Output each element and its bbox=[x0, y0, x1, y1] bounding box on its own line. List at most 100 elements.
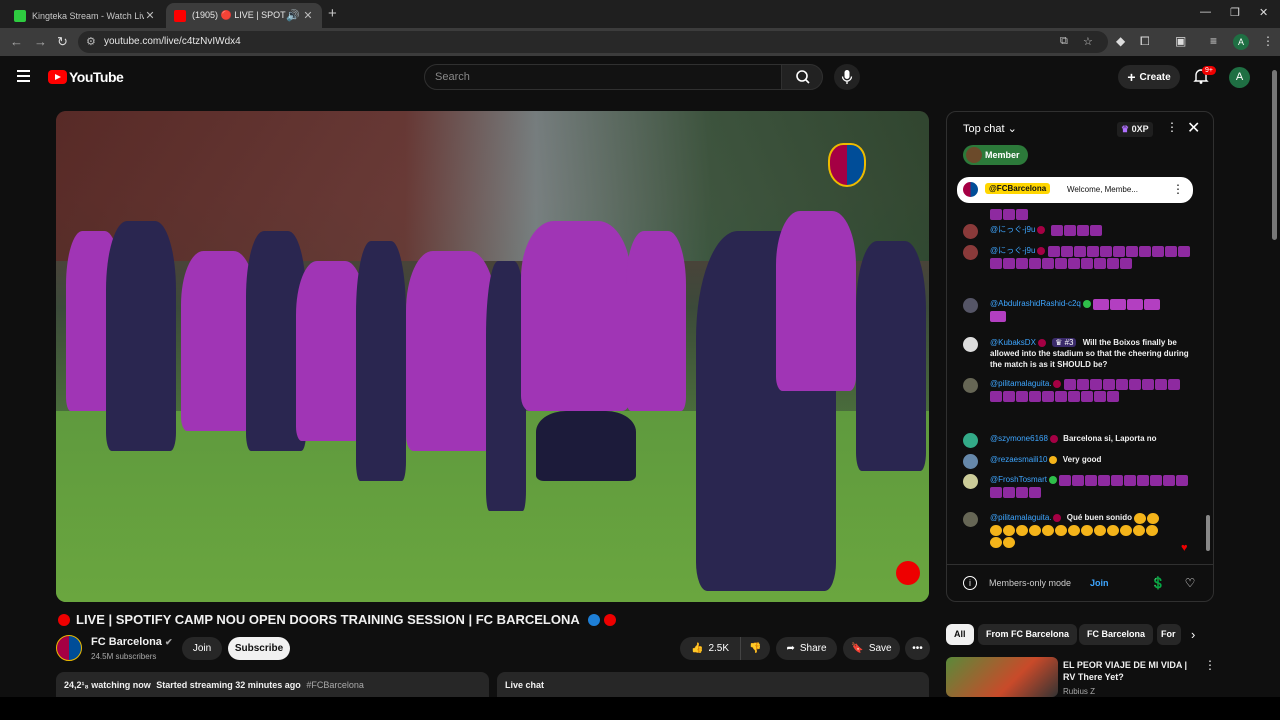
channel-name[interactable]: FC Barcelona ✔ bbox=[91, 636, 173, 648]
chat-message: @rezaesmaili10 Very good bbox=[963, 454, 1191, 469]
window-close-icon[interactable]: ✕ bbox=[1259, 6, 1268, 19]
browser-address-bar: ← → ↻ ⚙ youtube.com/live/c4tzNvIWdx4 ⧉ ☆… bbox=[0, 28, 1280, 56]
browser-menu-icon[interactable]: ⋮ bbox=[1262, 34, 1274, 48]
pinned-menu-icon[interactable]: ⋮ bbox=[1172, 182, 1184, 196]
member-badge-pill[interactable]: Member bbox=[963, 145, 1028, 165]
chat-author[interactable]: @pilitamalaguita. bbox=[990, 513, 1051, 522]
minimize-icon[interactable]: — bbox=[1200, 6, 1211, 18]
red-circle-icon bbox=[603, 613, 616, 626]
search-button[interactable] bbox=[781, 64, 823, 90]
browser-profile-avatar[interactable]: A bbox=[1233, 34, 1249, 50]
save-button[interactable]: 🔖 Save bbox=[843, 637, 900, 660]
bookmark-star-icon[interactable]: ☆ bbox=[1083, 35, 1093, 48]
heart-icon[interactable]: ♡ bbox=[1180, 574, 1200, 594]
site-info-icon[interactable]: ⚙ bbox=[86, 35, 96, 48]
chat-avatar bbox=[963, 245, 978, 260]
chat-avatar bbox=[963, 298, 978, 313]
chip-for[interactable]: For bbox=[1157, 624, 1181, 645]
new-tab-icon[interactable]: + bbox=[328, 5, 337, 22]
chevron-down-icon: ⌄ bbox=[1007, 123, 1017, 135]
chat-avatar bbox=[963, 378, 978, 393]
info-icon[interactable]: i bbox=[963, 576, 977, 590]
youtube-header: YouTube Search + Create 9+ A bbox=[0, 56, 1280, 98]
chat-message: @pilitamalaguita. bbox=[963, 378, 1191, 402]
chevron-right-icon[interactable]: › bbox=[1191, 627, 1195, 642]
browser-tab-bar: Kingteka Stream - Watch Live o ✕ (1905) … bbox=[0, 0, 1280, 28]
chat-author[interactable]: @FroshTosmart bbox=[990, 475, 1047, 484]
share-arrow-icon: ➦ bbox=[786, 643, 795, 654]
chat-mode-dropdown[interactable]: Top chat ⌄ bbox=[963, 122, 1017, 135]
pinned-text: Welcome, Membe... bbox=[1067, 185, 1138, 194]
chat-author[interactable]: @にっぐ-j9u bbox=[990, 246, 1035, 255]
extension-icon[interactable]: ◆ bbox=[1116, 34, 1125, 48]
verified-check-icon: ✔ bbox=[164, 637, 173, 647]
chat-avatar bbox=[963, 433, 978, 448]
member-badge-icon bbox=[1049, 434, 1058, 443]
chat-author[interactable]: @rezaesmaili10 bbox=[990, 455, 1047, 464]
extensions-puzzle-icon[interactable]: ⧠ bbox=[1140, 34, 1150, 49]
youtube-logo[interactable]: YouTube bbox=[48, 69, 124, 85]
chat-author[interactable]: @pilitamalaguita. bbox=[990, 379, 1051, 388]
chat-author[interactable]: @KubaksDX bbox=[990, 338, 1036, 347]
chat-author[interactable]: @szymone6168 bbox=[990, 434, 1048, 443]
search-icon bbox=[796, 70, 810, 84]
chip-fc-barcelona[interactable]: FC Barcelona bbox=[1079, 624, 1154, 645]
chat-message: @にっぐ-j9u bbox=[963, 224, 1191, 239]
media-controls-icon[interactable]: ≡ bbox=[1210, 34, 1217, 48]
tab-audio-icon[interactable]: 🔊 bbox=[286, 9, 300, 22]
channel-avatar[interactable] bbox=[56, 635, 82, 661]
back-icon[interactable]: ← bbox=[10, 34, 23, 49]
member-badge-icon bbox=[1037, 338, 1046, 347]
chat-join-link[interactable]: Join bbox=[1090, 578, 1109, 588]
more-actions-button[interactable]: ••• bbox=[905, 637, 930, 660]
video-player[interactable] bbox=[56, 111, 929, 602]
chat-avatar bbox=[963, 474, 978, 489]
url-field[interactable]: ⚙ youtube.com/live/c4tzNvIWdx4 ⧉ ☆ bbox=[78, 31, 1108, 53]
chat-text: Qué buen sonido bbox=[1066, 513, 1133, 523]
related-video-thumbnail[interactable] bbox=[946, 657, 1058, 697]
chip-all[interactable]: All bbox=[946, 624, 974, 645]
chip-from-fc-barcelona[interactable]: From FC Barcelona bbox=[978, 624, 1078, 645]
like-button[interactable]: 👍 2.5K bbox=[680, 637, 740, 660]
plus-icon: + bbox=[1127, 69, 1136, 85]
subscribe-button[interactable]: Subscribe bbox=[228, 637, 290, 660]
voice-search-button[interactable] bbox=[834, 64, 860, 90]
hashtag-link[interactable]: #FCBarcelona bbox=[306, 680, 364, 690]
pinned-message[interactable]: @FCBarcelona Welcome, Membe... ⋮ bbox=[957, 177, 1193, 203]
browser-tab-youtube[interactable]: (1905) 🔴 LIVE | SPOTIFY C 🔊 ✕ bbox=[166, 3, 322, 28]
search-input[interactable]: Search bbox=[424, 64, 782, 90]
hamburger-menu-icon[interactable] bbox=[17, 70, 30, 85]
subscribe-watermark-icon[interactable] bbox=[896, 561, 920, 585]
crown-icon: ♛ bbox=[1121, 124, 1130, 134]
chat-scrollbar[interactable] bbox=[1206, 515, 1210, 551]
chat-author[interactable]: @AbdulrashidRashid-c2q bbox=[990, 299, 1081, 308]
related-video-title[interactable]: EL PEOR VIAJE DE MI VIDA | RV There Yet? bbox=[1063, 659, 1198, 683]
super-chat-icon[interactable]: 💲 bbox=[1148, 574, 1168, 594]
related-more-icon[interactable]: ⋮ bbox=[1204, 658, 1216, 672]
reload-icon[interactable]: ↻ bbox=[57, 34, 68, 50]
browser-tab-kingteka[interactable]: Kingteka Stream - Watch Live o ✕ bbox=[6, 3, 164, 28]
page-scrollbar[interactable] bbox=[1272, 70, 1277, 240]
dislike-button[interactable]: 👎 bbox=[740, 637, 770, 660]
xp-counter[interactable]: ♛ 0XP bbox=[1117, 122, 1153, 137]
chat-avatar bbox=[963, 337, 978, 352]
chat-more-options-icon[interactable]: ⋮ bbox=[1166, 120, 1178, 134]
create-button[interactable]: + Create bbox=[1118, 65, 1180, 89]
chat-author[interactable]: @にっぐ-j9u bbox=[990, 225, 1035, 234]
close-tab-icon[interactable]: ✕ bbox=[302, 9, 314, 22]
bottom-strip bbox=[0, 697, 1280, 720]
account-avatar[interactable]: A bbox=[1229, 67, 1250, 88]
youtube-play-icon bbox=[48, 70, 67, 84]
join-button[interactable]: Join bbox=[182, 637, 222, 660]
install-app-icon[interactable]: ⧉ bbox=[1060, 35, 1068, 48]
share-button[interactable]: ➦ Share bbox=[776, 637, 837, 660]
forward-icon[interactable]: → bbox=[34, 34, 47, 49]
restore-icon[interactable]: ❐ bbox=[1230, 6, 1240, 19]
chat-text: Very good bbox=[1062, 455, 1102, 464]
side-panel-icon[interactable]: ▣ bbox=[1175, 34, 1186, 48]
close-chat-icon[interactable]: ✕ bbox=[1187, 118, 1200, 138]
related-video-channel[interactable]: Rubius Z bbox=[1063, 687, 1095, 696]
kingteka-favicon-icon bbox=[14, 9, 26, 22]
close-tab-icon[interactable]: ✕ bbox=[144, 9, 156, 22]
member-badge-icon bbox=[1037, 226, 1046, 234]
